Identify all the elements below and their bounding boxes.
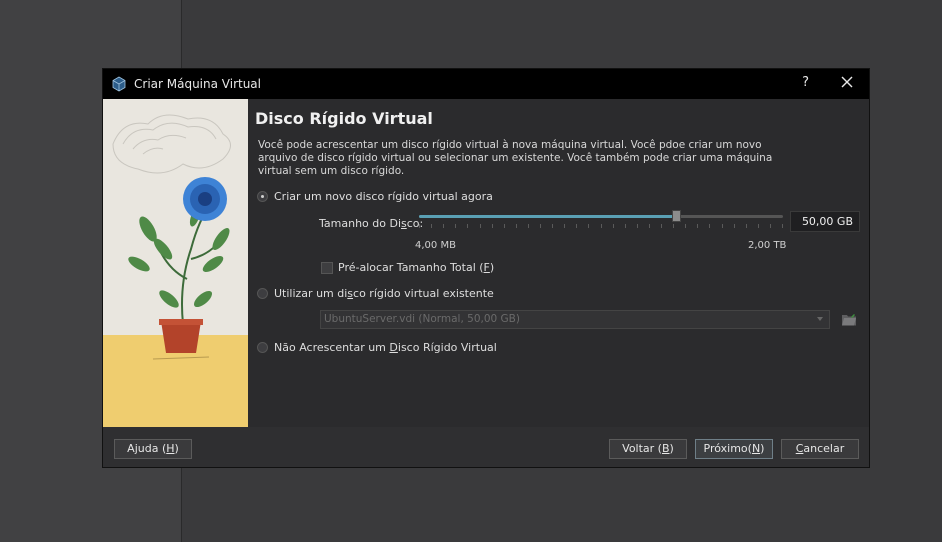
slider-tick — [576, 224, 577, 228]
preallocate-label-b: ) — [489, 261, 495, 274]
slider-tick — [625, 224, 626, 228]
slider-tick — [709, 224, 710, 228]
slider-tick — [552, 224, 553, 228]
slider-tick — [613, 224, 614, 228]
button-bar: Ajuda (H) Voltar (B) Próximo(N) Cancelar — [103, 427, 869, 467]
wizard-illustration — [103, 99, 248, 427]
use-existing-disk-radio[interactable] — [257, 288, 268, 299]
next-btn-b: ) — [760, 442, 765, 455]
use-existing-label-b: co rígido virtual existente — [353, 287, 494, 300]
disk-size-slider[interactable] — [419, 210, 783, 222]
help-button[interactable]: ? — [802, 75, 809, 90]
slider-tick — [504, 224, 505, 228]
help-btn-b: ) — [174, 442, 179, 455]
wizard-page: Disco Rígido Virtual Você pode acrescent… — [248, 99, 869, 427]
virtualbox-cube-icon — [112, 76, 126, 92]
slider-tick — [673, 224, 674, 228]
slider-tick — [455, 224, 456, 228]
help-button[interactable]: Ajuda (H) — [114, 439, 192, 459]
slider-tick — [467, 224, 468, 228]
slider-tick — [588, 224, 589, 228]
back-btn-a: Voltar ( — [622, 442, 662, 455]
slider-max-label: 2,00 TB — [748, 240, 787, 251]
preallocate-label-a: Pré-alocar Tamanho Total ( — [338, 261, 484, 274]
chevron-down-icon — [817, 317, 823, 321]
next-button[interactable]: Próximo(N) — [695, 439, 773, 459]
create-vm-dialog: Criar Máquina Virtual ? Disco Rígido Vir… — [102, 68, 870, 468]
disk-size-label: Tamanho do Disco: — [319, 217, 423, 230]
use-existing-disk-label[interactable]: Utilizar um disco rígido virtual existen… — [274, 287, 494, 300]
title-bar[interactable]: Criar Máquina Virtual ? — [103, 69, 869, 99]
next-btn-a: Próximo( — [703, 442, 752, 455]
cancel-button[interactable]: Cancelar — [781, 439, 859, 459]
slider-handle[interactable] — [671, 210, 681, 222]
no-disk-label[interactable]: Não Acrescentar um Disco Rígido Virtual — [274, 341, 497, 354]
page-heading: Disco Rígido Virtual — [255, 109, 433, 128]
blue-flower — [183, 177, 227, 221]
slider-tick — [480, 224, 481, 228]
slider-tick — [734, 224, 735, 228]
slider-tick — [758, 224, 759, 228]
preallocate-label[interactable]: Pré-alocar Tamanho Total (F) — [338, 261, 494, 274]
no-disk-label-b: isco Rígido Virtual — [397, 341, 497, 354]
slider-tick — [697, 224, 698, 228]
slider-min-label: 4,00 MB — [415, 240, 456, 251]
slider-tick — [528, 224, 529, 228]
slider-tick — [649, 224, 650, 228]
slider-tick — [661, 224, 662, 228]
slider-tick — [782, 224, 783, 228]
folder-open-icon[interactable] — [841, 311, 857, 327]
back-button[interactable]: Voltar (B) — [609, 439, 687, 459]
existing-disk-selected: UbuntuServer.vdi (Normal, 50,00 GB) — [324, 313, 520, 325]
slider-tick — [637, 224, 638, 228]
no-disk-radio[interactable] — [257, 342, 268, 353]
slider-tick — [601, 224, 602, 228]
help-btn-a: Ajuda ( — [127, 442, 167, 455]
page-description: Você pode acrescentar um disco rígido vi… — [258, 139, 773, 177]
use-existing-label-a: Utilizar um di — [274, 287, 348, 300]
slider-tick — [419, 224, 420, 228]
cancel-btn-b: ancelar — [803, 442, 845, 455]
next-btn-mnemonic: N — [751, 442, 761, 455]
slider-tick — [516, 224, 517, 228]
disk-size-input[interactable]: 50,00 GB — [790, 211, 860, 232]
slider-tick — [564, 224, 565, 228]
back-btn-b: ) — [669, 442, 674, 455]
slider-tick — [540, 224, 541, 228]
slider-tick — [443, 224, 444, 228]
help-btn-mnemonic: H — [166, 442, 175, 455]
slider-tick — [492, 224, 493, 228]
no-disk-label-mnemonic: D — [389, 341, 398, 354]
existing-disk-select[interactable]: UbuntuServer.vdi (Normal, 50,00 GB) — [320, 310, 830, 329]
back-btn-mnemonic: B — [661, 442, 670, 455]
slider-tick — [770, 224, 771, 228]
slider-ticks — [419, 224, 783, 230]
slider-tick — [431, 224, 432, 228]
slider-tick — [746, 224, 747, 228]
window-title: Criar Máquina Virtual — [134, 77, 261, 91]
create-new-disk-label[interactable]: Criar um novo disco rígido virtual agora — [274, 190, 493, 203]
slider-fill — [419, 215, 676, 218]
preallocate-checkbox[interactable] — [321, 262, 333, 274]
slider-tick — [685, 224, 686, 228]
disk-size-label-a: Tamanho do Di — [319, 217, 402, 230]
slider-tick — [722, 224, 723, 228]
create-new-disk-radio[interactable] — [257, 191, 268, 202]
close-icon[interactable] — [839, 74, 855, 90]
no-disk-label-a: Não Acrescentar um — [274, 341, 390, 354]
